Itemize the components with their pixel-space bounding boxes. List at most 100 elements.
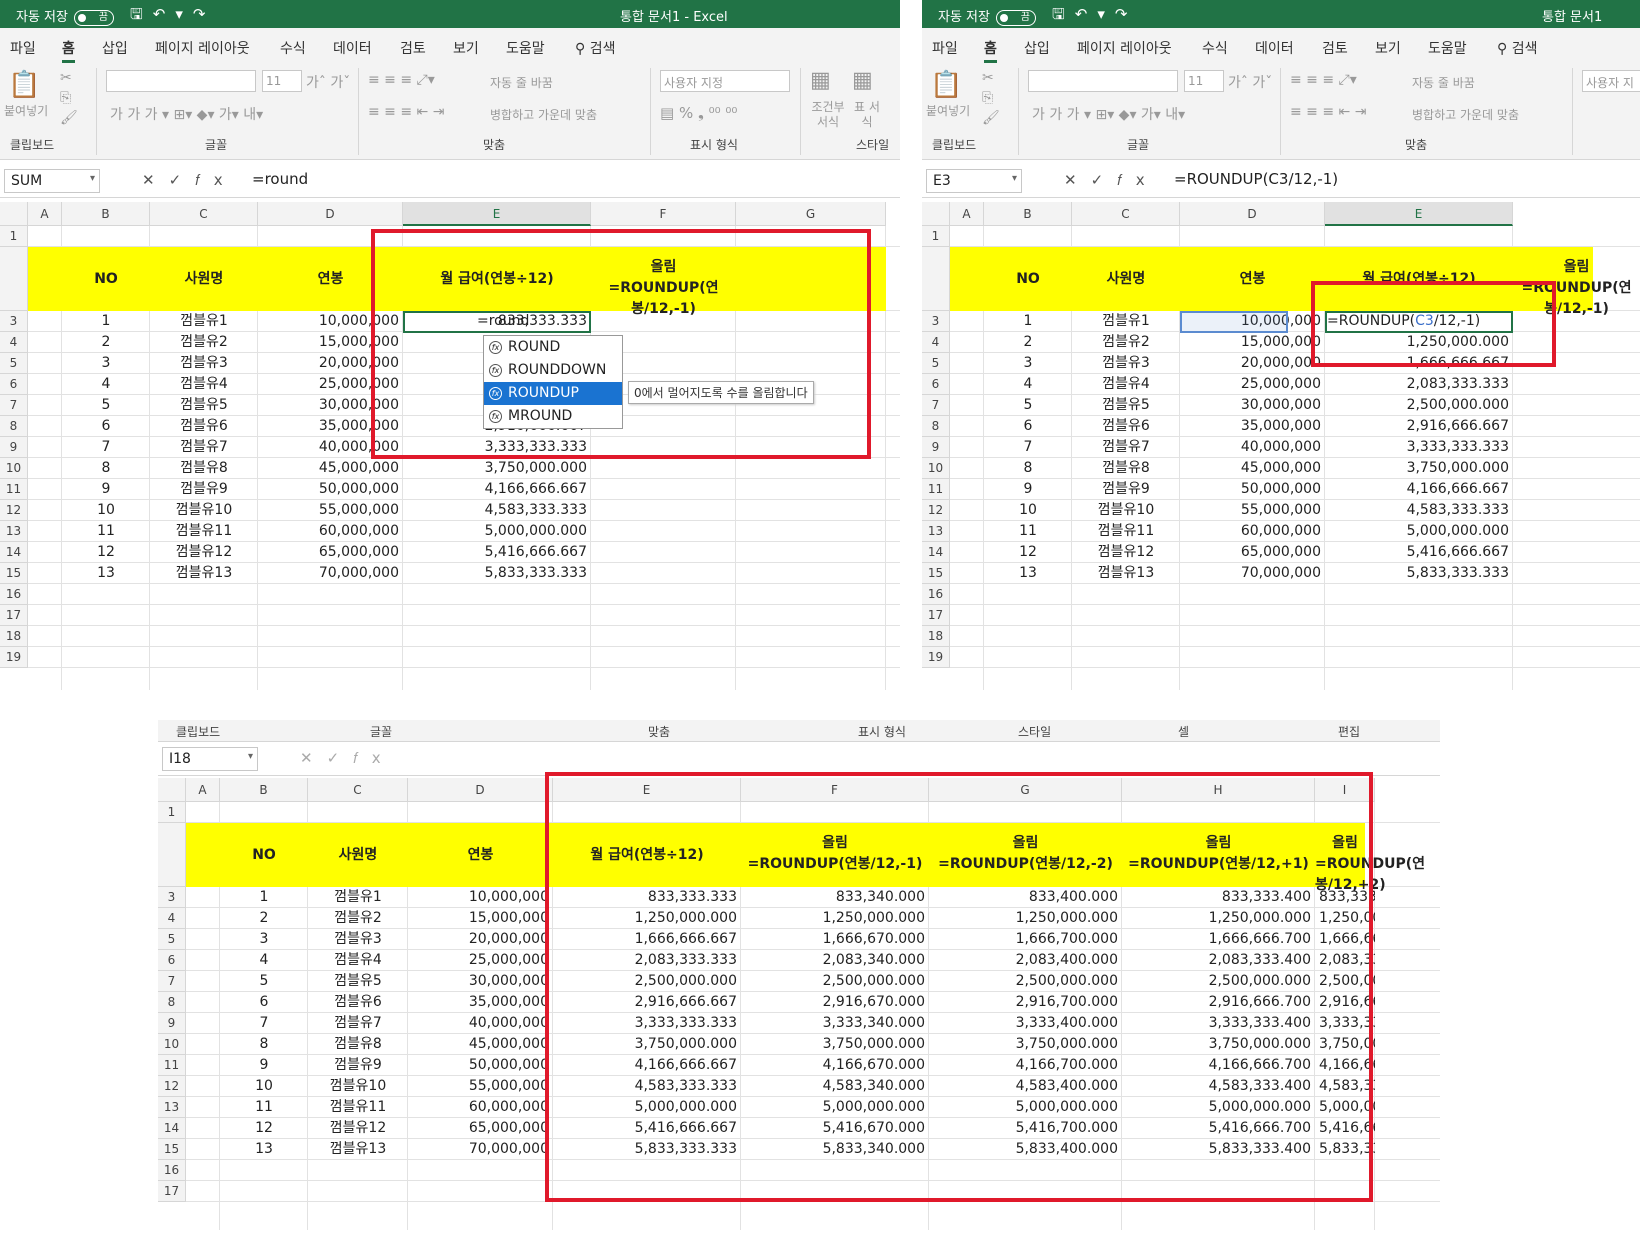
select-all-corner[interactable] bbox=[922, 202, 950, 226]
align-h-icons[interactable]: ≡ ≡ ≡ ⇤ ⇥ bbox=[368, 104, 444, 120]
row-header[interactable]: 19 bbox=[0, 647, 28, 668]
cut-copy-icons[interactable]: ✂ ⎘ 🖌 bbox=[60, 68, 78, 128]
cell-name[interactable]: 껌블유2 bbox=[1072, 332, 1180, 353]
row-header[interactable]: 5 bbox=[158, 929, 186, 950]
row-header[interactable]: 15 bbox=[922, 563, 950, 584]
row-header[interactable]: 16 bbox=[922, 584, 950, 605]
tab-data[interactable]: 데이터 bbox=[333, 38, 372, 58]
row-header[interactable]: 2 bbox=[922, 247, 950, 350]
row-header[interactable]: 11 bbox=[158, 1055, 186, 1076]
cell-no[interactable]: 3 bbox=[220, 929, 308, 950]
column-header[interactable]: C bbox=[150, 202, 258, 226]
cell-name[interactable]: 껌블유6 bbox=[150, 416, 258, 437]
cell-monthly[interactable]: 4,583,333.333 bbox=[403, 500, 591, 521]
cell-no[interactable]: 4 bbox=[62, 374, 150, 395]
align-top-icons[interactable]: ≡ ≡ ≡ ⤢▾ bbox=[1290, 72, 1357, 88]
cell-salary[interactable]: 45,000,000 bbox=[1180, 458, 1325, 479]
cell-no[interactable]: 6 bbox=[220, 992, 308, 1013]
cell-name[interactable]: 껌블유13 bbox=[150, 563, 258, 584]
cell-name[interactable]: 껌블유8 bbox=[308, 1034, 408, 1055]
cell-no[interactable]: 5 bbox=[62, 395, 150, 416]
row-header[interactable]: 17 bbox=[0, 605, 28, 626]
row-header[interactable]: 2 bbox=[0, 247, 28, 350]
column-header[interactable]: B bbox=[62, 202, 150, 226]
cell-salary[interactable]: 25,000,000 bbox=[408, 950, 553, 971]
cell-monthly[interactable]: 5,000,000.000 bbox=[403, 521, 591, 542]
cell-name[interactable]: 껌블유12 bbox=[150, 542, 258, 563]
select-all-corner[interactable] bbox=[158, 778, 186, 802]
cell-no[interactable]: 3 bbox=[984, 353, 1072, 374]
cell-salary[interactable]: 65,000,000 bbox=[408, 1118, 553, 1139]
worksheet-grid[interactable]: ABCDE12345678910111213141516171819NO사원명연… bbox=[922, 202, 1640, 690]
name-box[interactable]: E3 bbox=[926, 169, 1022, 193]
cell-salary[interactable]: 30,000,000 bbox=[408, 971, 553, 992]
cell-salary[interactable]: 10,000,000 bbox=[408, 887, 553, 908]
cell-no[interactable]: 1 bbox=[984, 311, 1072, 332]
cell-salary[interactable]: 50,000,000 bbox=[258, 479, 403, 500]
cell-name[interactable]: 껌블유2 bbox=[308, 908, 408, 929]
row-header[interactable]: 5 bbox=[0, 353, 28, 374]
column-header[interactable]: A bbox=[186, 778, 220, 802]
cell-no[interactable]: 2 bbox=[984, 332, 1072, 353]
cell-name[interactable]: 껌블유2 bbox=[150, 332, 258, 353]
cell-monthly[interactable]: 5,833,333.333 bbox=[1325, 563, 1513, 584]
row-header[interactable]: 9 bbox=[0, 437, 28, 458]
merge-center-button[interactable]: 병합하고 가운데 맞춤 bbox=[1412, 106, 1519, 123]
cell-name[interactable]: 껌블유3 bbox=[1072, 353, 1180, 374]
tab-insert[interactable]: 삽입 bbox=[1024, 38, 1050, 58]
worksheet-grid[interactable]: ABCDEFGHI1234567891011121314151617NO사원명연… bbox=[158, 772, 1440, 1230]
tab-view[interactable]: 보기 bbox=[453, 38, 479, 58]
row-header[interactable]: 18 bbox=[922, 626, 950, 647]
row-header[interactable]: 3 bbox=[158, 887, 186, 908]
row-header[interactable]: 8 bbox=[158, 992, 186, 1013]
tab-home[interactable]: 홈 bbox=[984, 38, 997, 63]
cell-no[interactable]: 5 bbox=[984, 395, 1072, 416]
cell-name[interactable]: 껌블유9 bbox=[308, 1055, 408, 1076]
row-header[interactable]: 11 bbox=[0, 479, 28, 500]
cell-no[interactable]: 8 bbox=[62, 458, 150, 479]
cell-no[interactable]: 6 bbox=[984, 416, 1072, 437]
cell-monthly[interactable]: 5,416,666.667 bbox=[1325, 542, 1513, 563]
cell-name[interactable]: 껌블유5 bbox=[150, 395, 258, 416]
cell-no[interactable]: 12 bbox=[62, 542, 150, 563]
row-header[interactable]: 6 bbox=[0, 374, 28, 395]
tab-data[interactable]: 데이터 bbox=[1255, 38, 1294, 58]
row-header[interactable]: 8 bbox=[0, 416, 28, 437]
cell-salary[interactable]: 15,000,000 bbox=[408, 908, 553, 929]
cell-name[interactable]: 껌블유12 bbox=[1072, 542, 1180, 563]
row-header[interactable]: 6 bbox=[158, 950, 186, 971]
cell-salary[interactable]: 65,000,000 bbox=[258, 542, 403, 563]
tab-page-layout[interactable]: 페이지 레이아웃 bbox=[1077, 38, 1172, 58]
cell-monthly[interactable]: 5,833,333.333 bbox=[403, 563, 591, 584]
tab-help[interactable]: 도움말 bbox=[1428, 38, 1467, 58]
name-box[interactable]: I18 bbox=[162, 747, 258, 771]
cell-name[interactable]: 껌블유9 bbox=[150, 479, 258, 500]
cell-salary[interactable]: 55,000,000 bbox=[1180, 500, 1325, 521]
column-header[interactable]: A bbox=[950, 202, 984, 226]
cell-no[interactable]: 4 bbox=[220, 950, 308, 971]
tab-file[interactable]: 파일 bbox=[932, 38, 958, 58]
cell-name[interactable]: 껌블유12 bbox=[308, 1118, 408, 1139]
cell-name[interactable]: 껌블유13 bbox=[1072, 563, 1180, 584]
autosave-toggle[interactable]: 자동 저장 끔 bbox=[938, 6, 1036, 26]
row-header[interactable]: 7 bbox=[0, 395, 28, 416]
cell-salary[interactable]: 65,000,000 bbox=[1180, 542, 1325, 563]
row-header[interactable]: 10 bbox=[158, 1034, 186, 1055]
cell-no[interactable]: 12 bbox=[220, 1118, 308, 1139]
row-header[interactable]: 9 bbox=[922, 437, 950, 458]
cell-monthly[interactable]: 2,500,000.000 bbox=[1325, 395, 1513, 416]
row-header[interactable]: 11 bbox=[922, 479, 950, 500]
tab-review[interactable]: 검토 bbox=[400, 38, 426, 58]
cell-salary[interactable]: 25,000,000 bbox=[1180, 374, 1325, 395]
cell-name[interactable]: 껌블유4 bbox=[150, 374, 258, 395]
font-name-box[interactable] bbox=[106, 70, 256, 92]
row-header[interactable]: 12 bbox=[922, 500, 950, 521]
cell-monthly[interactable]: 5,416,666.667 bbox=[403, 542, 591, 563]
row-header[interactable]: 17 bbox=[922, 605, 950, 626]
tab-insert[interactable]: 삽입 bbox=[102, 38, 128, 58]
column-header[interactable]: D bbox=[1180, 202, 1325, 226]
column-header[interactable]: G bbox=[736, 202, 886, 226]
cell-salary[interactable]: 35,000,000 bbox=[408, 992, 553, 1013]
row-header[interactable]: 13 bbox=[922, 521, 950, 542]
column-header[interactable]: E bbox=[1325, 202, 1513, 226]
